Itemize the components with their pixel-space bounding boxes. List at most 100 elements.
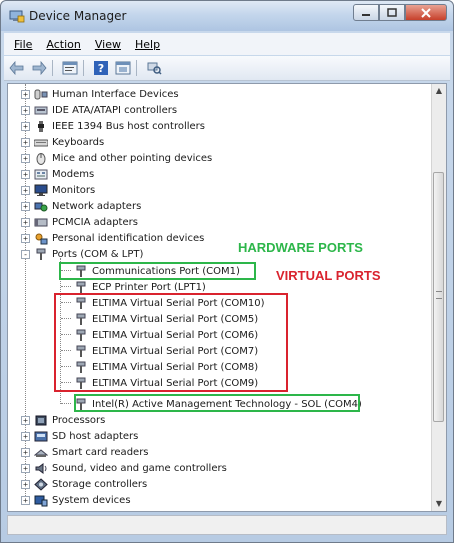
close-button[interactable] [405,4,447,21]
expand-button[interactable]: + [21,105,30,115]
expand-button[interactable]: + [21,447,30,457]
hid-icon [34,89,48,99]
smartcard-icon [34,448,48,457]
menu-view[interactable]: View [95,38,121,51]
system-icon [34,495,48,506]
tree-item-ports-com-lpt[interactable]: - Ports (COM & LPT) [21,246,143,262]
tree-item-sd-host-adapters[interactable]: + SD host adapters [21,428,138,444]
vertical-scrollbar[interactable]: ▲ ▼ [431,84,446,511]
tree-item-ide-ata-atapi-controllers[interactable]: + IDE ATA/ATAPI controllers [21,102,177,118]
tree-item-network-adapters[interactable]: + Network adapters [21,198,141,214]
tree-item-label: IDE ATA/ATAPI controllers [52,104,178,116]
id-icon [35,233,48,244]
tree-item-personal-identification-devices[interactable]: + Personal identification devices [21,230,204,246]
tree-item-label: Monitors [52,184,96,196]
tree-item-processors[interactable]: + Processors [21,412,105,428]
expand-button[interactable]: + [21,89,30,99]
menu-file-label: File [14,37,33,51]
tree-item-label: Ports (COM & LPT) [52,248,144,260]
back-button[interactable] [8,60,26,76]
storage-icon [34,477,48,491]
network-icon [34,202,48,211]
expand-button[interactable]: + [21,169,30,179]
menu-file[interactable]: File [14,38,32,51]
forward-icon [32,61,47,75]
update-driver-button[interactable] [114,60,132,76]
collapse-button[interactable]: - [21,249,30,259]
tree-item-label: Processors [52,414,106,426]
scan-hardware-icon [147,62,162,75]
minimize-button[interactable] [353,4,379,21]
forward-button[interactable] [30,60,48,76]
tree-item-label: Sound, video and game controllers [52,462,227,474]
hardware-ports-label: HARDWARE PORTS [238,240,363,255]
pcmcia-icon [34,218,48,226]
modem-icon [34,169,48,179]
virtual-ports-highlight [54,293,288,392]
tree-item-ieee-1394-bus-host-controllers[interactable]: + IEEE 1394 Bus host controllers [21,118,205,134]
back-icon [9,61,24,75]
port-label: ECP Printer Port (LPT1) [92,281,206,293]
expand-button[interactable]: + [21,463,30,473]
expand-button[interactable]: + [21,153,30,163]
expand-button[interactable]: + [21,137,30,147]
scrollbar-thumb[interactable] [433,172,444,422]
tree-item-label: IEEE 1394 Bus host controllers [52,120,205,132]
expand-button[interactable]: + [21,185,30,195]
maximize-button[interactable] [379,4,405,21]
mouse-icon [36,152,46,165]
menu-action-label: Action [46,37,81,51]
menu-bar: File Action View Help [4,33,450,55]
toolbar: ? [4,56,450,81]
tree-item-human-interface-devices[interactable]: + Human Interface Devices [21,86,179,102]
sound-icon [35,462,47,474]
tree-item-label: SD host adapters [52,430,139,442]
expand-button[interactable]: + [21,415,30,425]
tree-item-modems[interactable]: + Modems [21,166,94,182]
status-bar [7,515,447,535]
port-icon [76,281,86,293]
expand-button[interactable]: + [21,479,30,489]
tree-item-pcmcia-adapters[interactable]: + PCMCIA adapters [21,214,138,230]
expand-button[interactable]: + [21,201,30,211]
tree-item-label: Storage controllers [52,478,148,490]
menu-help[interactable]: Help [135,38,160,51]
tree-item-system-devices[interactable]: + System devices [21,492,131,508]
help-button[interactable]: ? [92,60,110,76]
expand-button[interactable]: + [21,431,30,441]
title-bar[interactable]: Device Manager [1,1,453,31]
expand-button[interactable]: + [21,217,30,227]
svg-text:?: ? [98,62,104,75]
minimize-icon [362,13,370,16]
scroll-down-arrow-icon[interactable]: ▼ [432,497,446,511]
toolbar-separator [83,60,84,76]
expand-button[interactable]: + [21,495,30,505]
tree-item-label: Mice and other pointing devices [52,152,213,164]
hardware-port-highlight-com4 [74,394,360,412]
tree-item-label: PCMCIA adapters [52,216,138,228]
expand-button[interactable]: + [21,233,30,243]
tree-item-keyboards[interactable]: + Keyboards [21,134,104,150]
toolbar-separator [52,60,53,76]
tree-item-label: Network adapters [52,200,142,212]
tree-item-label: Personal identification devices [52,232,205,244]
tree-item-sound-video-and-game-controllers[interactable]: + Sound, video and game controllers [21,460,227,476]
tree-item-storage-controllers[interactable]: + Storage controllers [21,476,147,492]
maximize-icon [387,8,397,17]
device-manager-icon [9,10,25,23]
update-driver-icon [115,61,131,75]
scroll-up-arrow-icon[interactable]: ▲ [432,84,446,98]
menu-view-label: View [94,37,121,51]
close-icon [421,7,431,18]
menu-action[interactable]: Action [46,38,80,51]
scan-hardware-button[interactable] [145,60,163,76]
tree-connector [61,286,71,287]
tree-item-monitors[interactable]: + Monitors [21,182,95,198]
tree-item-smart-card-readers[interactable]: + Smart card readers [21,444,149,460]
processor-icon [35,415,47,425]
properties-button[interactable] [61,60,79,76]
port-icon [36,248,46,260]
tree-item-label: Human Interface Devices [52,88,179,100]
expand-button[interactable]: + [21,121,30,131]
tree-item-mice-and-other-pointing-devices[interactable]: + Mice and other pointing devices [21,150,212,166]
